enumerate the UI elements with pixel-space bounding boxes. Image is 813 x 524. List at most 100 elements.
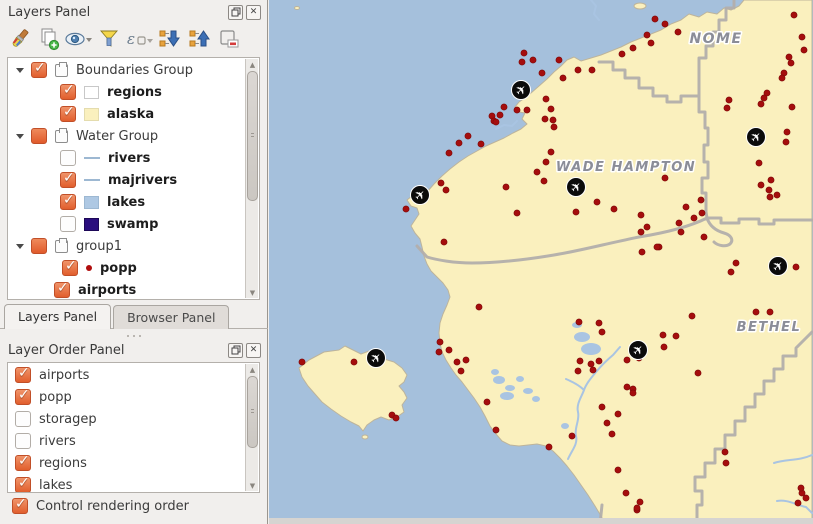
popp-point (689, 313, 695, 319)
popp-point (691, 215, 697, 221)
popp-point (795, 500, 801, 506)
scrollbar-thumb[interactable] (247, 376, 258, 448)
collapse-all-icon[interactable] (184, 26, 214, 52)
layer-item-regions[interactable]: regions (8, 81, 245, 103)
popp-point (611, 206, 617, 212)
lake (505, 385, 515, 391)
popp-point (788, 60, 794, 66)
popp-point (726, 97, 732, 103)
visibility-checkbox[interactable] (15, 389, 31, 405)
popp-point (530, 57, 536, 63)
collapse-arrow-icon[interactable] (16, 68, 24, 73)
control-rendering-order-checkbox[interactable] (12, 498, 28, 514)
visibility-checkbox[interactable] (60, 84, 76, 100)
layer-label: majrivers (108, 173, 177, 188)
visibility-checkbox[interactable] (60, 150, 76, 166)
visibility-checkbox[interactable] (15, 477, 31, 493)
visibility-checkbox[interactable] (15, 455, 31, 471)
airport-symbol-icon: ✈ (567, 178, 586, 197)
scroll-down-icon[interactable]: ▼ (247, 287, 258, 298)
lake (491, 369, 499, 375)
order-item-regions[interactable]: regions (8, 452, 245, 474)
popp-point (599, 404, 605, 410)
layers-panel-titlebar: Layers Panel ✕ (0, 0, 267, 24)
restore-icon (231, 7, 241, 17)
control-rendering-order-row[interactable]: Control rendering order (12, 498, 189, 514)
layer-group-group1[interactable]: group1 (8, 235, 245, 257)
visibility-checkbox[interactable] (54, 282, 70, 298)
visibility-checkbox[interactable] (60, 106, 76, 122)
popp-point (638, 229, 644, 235)
tab-browser-panel[interactable]: Browser Panel (113, 305, 229, 329)
close-panel-icon[interactable]: ✕ (246, 343, 261, 358)
popp-point (577, 358, 583, 364)
layer-group-boundaries-group[interactable]: Boundaries Group (8, 59, 245, 81)
map-themes-eye-icon[interactable] (64, 26, 94, 52)
visibility-checkbox[interactable] (60, 172, 76, 188)
visibility-checkbox[interactable] (60, 216, 76, 232)
popp-point (630, 390, 636, 396)
scroll-up-icon[interactable]: ▲ (247, 59, 258, 70)
visibility-checkbox[interactable] (60, 194, 76, 210)
visibility-checkbox[interactable] (15, 367, 31, 383)
tab-layers-panel[interactable]: Layers Panel (4, 304, 111, 329)
popp-point (573, 209, 579, 215)
popp-point (675, 29, 681, 35)
order-item-airports[interactable]: airports (8, 364, 245, 386)
lake (561, 423, 569, 429)
layer-group-water-group[interactable]: Water Group (8, 125, 245, 147)
remove-layer-icon[interactable] (214, 26, 244, 52)
scroll-down-icon[interactable]: ▼ (247, 480, 258, 491)
popp-point (463, 357, 469, 363)
map-canvas[interactable]: ✈✈✈✈✈✈✈ NOMEWADE HAMPTONBETHEL (269, 0, 813, 524)
visibility-checkbox[interactable] (31, 238, 47, 254)
popp-point (519, 59, 525, 65)
layer-symbol-swatch (84, 86, 99, 99)
popp-point (514, 107, 520, 113)
popp-point (779, 75, 785, 81)
expression-filter-icon[interactable]: ε (124, 26, 154, 52)
popp-point (723, 460, 729, 466)
collapse-arrow-icon[interactable] (16, 244, 24, 249)
scrollbar-thumb[interactable] (247, 71, 258, 201)
visibility-checkbox[interactable] (15, 433, 31, 449)
popp-point (589, 67, 595, 73)
layer-item-swamp[interactable]: swamp (8, 213, 245, 235)
float-panel-icon[interactable] (228, 343, 243, 358)
layer-order-scrollbar[interactable]: ▲ ▼ (245, 364, 258, 491)
popp-point (756, 160, 762, 166)
order-item-lakes[interactable]: lakes (8, 474, 245, 493)
popp-point (548, 106, 554, 112)
map-label-bethel: BETHEL (737, 320, 802, 335)
map-label-wade-hampton: WADE HAMPTON (556, 160, 696, 175)
layer-item-popp[interactable]: popp (8, 257, 245, 279)
popp-point (590, 367, 596, 373)
visibility-checkbox[interactable] (31, 62, 47, 78)
filter-legend-icon[interactable] (94, 26, 124, 52)
layer-item-airports[interactable]: airports (8, 279, 245, 300)
layer-label: lakes (39, 478, 72, 493)
restore-icon (231, 345, 241, 355)
group-icon (55, 240, 68, 253)
layer-item-lakes[interactable]: lakes (8, 191, 245, 213)
layer-item-rivers[interactable]: rivers (8, 147, 245, 169)
float-panel-icon[interactable] (228, 5, 243, 20)
popp-point (648, 40, 654, 46)
layer-styling-brush-icon[interactable] (4, 26, 34, 52)
order-item-popp[interactable]: popp (8, 386, 245, 408)
layer-tree-scrollbar[interactable]: ▲ ▼ (245, 59, 258, 298)
layer-item-alaska[interactable]: alaska (8, 103, 245, 125)
visibility-checkbox[interactable] (15, 411, 31, 427)
layer-label: lakes (107, 195, 145, 210)
layer-item-majrivers[interactable]: majrivers (8, 169, 245, 191)
scroll-up-icon[interactable]: ▲ (247, 364, 258, 375)
close-panel-icon[interactable]: ✕ (246, 5, 261, 20)
expand-all-icon[interactable] (154, 26, 184, 52)
add-group-icon[interactable] (34, 26, 64, 52)
collapse-arrow-icon[interactable] (16, 134, 24, 139)
visibility-checkbox[interactable] (62, 260, 78, 276)
visibility-checkbox[interactable] (31, 128, 47, 144)
order-item-storagep[interactable]: storagep (8, 408, 245, 430)
order-item-rivers[interactable]: rivers (8, 430, 245, 452)
popp-point (758, 101, 764, 107)
